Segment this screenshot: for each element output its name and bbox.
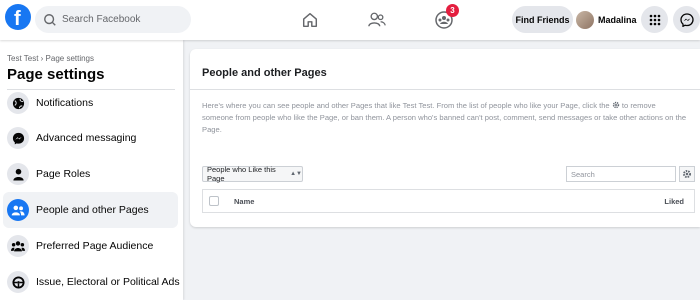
search-input[interactable]: Search Facebook xyxy=(62,14,140,25)
gear-icon xyxy=(683,170,691,178)
sidebar-item-label: People and other Pages xyxy=(36,204,149,216)
sidebar-item-label: Notifications xyxy=(36,97,94,109)
menu-grid-button[interactable] xyxy=(641,6,668,33)
person-icon xyxy=(7,163,29,185)
people-icon xyxy=(7,199,29,221)
groups-icon[interactable]: 3 xyxy=(432,4,459,32)
sidebar-item-issue-electoral-political-ads[interactable]: Issue, Electoral or Political Ads xyxy=(3,264,180,300)
audience-filter-dropdown[interactable]: People who Like this Page ▲▼ xyxy=(202,165,303,183)
svg-text:f: f xyxy=(14,8,21,30)
sidebar-item-advanced-messaging[interactable]: Advanced messaging xyxy=(3,120,178,156)
sidebar-item-label: Preferred Page Audience xyxy=(36,240,154,252)
section-description: Here's where you can see people and othe… xyxy=(202,100,688,136)
description-text: Here's where you can see people and othe… xyxy=(202,101,610,110)
gear-icon xyxy=(612,101,619,109)
friends-icon[interactable] xyxy=(365,8,389,32)
grid-icon xyxy=(649,14,660,25)
search-icon xyxy=(44,13,56,26)
filter-value: People who Like this Page xyxy=(207,165,276,183)
avatar xyxy=(576,10,594,29)
messenger-button[interactable] xyxy=(673,6,700,33)
sidebar-item-page-roles[interactable]: Page Roles xyxy=(3,156,178,192)
profile-button[interactable]: Madalina xyxy=(576,6,637,33)
section-title: People and other Pages xyxy=(202,67,327,79)
find-friends-button[interactable]: Find Friends xyxy=(512,6,573,33)
sidebar-item-label: Issue, Electoral or Political Ads xyxy=(36,276,180,288)
notification-badge: 3 xyxy=(446,4,459,17)
caret-updown-icon: ▲▼ xyxy=(290,171,302,177)
globe-icon xyxy=(7,92,29,114)
facebook-logo-icon[interactable]: f xyxy=(5,4,31,30)
sidebar-item-preferred-page-audience[interactable]: Preferred Page Audience xyxy=(3,228,178,264)
select-all-checkbox[interactable] xyxy=(209,196,219,206)
page-title: Page settings xyxy=(7,66,105,83)
settings-sidebar: Test Test › Page settings Page settings … xyxy=(0,40,183,300)
sidebar-item-notifications[interactable]: Notifications xyxy=(3,85,178,121)
people-table-header: Name Liked xyxy=(202,189,695,213)
search-bar[interactable]: Search Facebook xyxy=(35,6,191,33)
messenger-icon xyxy=(679,12,694,27)
home-icon[interactable] xyxy=(298,8,322,32)
divider xyxy=(190,89,700,90)
profile-name: Madalina xyxy=(598,14,637,25)
breadcrumb[interactable]: Test Test › Page settings xyxy=(7,54,94,63)
sidebar-item-people-and-other-pages[interactable]: People and other Pages xyxy=(3,192,178,228)
group-icon xyxy=(7,235,29,257)
messenger-icon xyxy=(7,127,29,149)
sidebar-item-label: Advanced messaging xyxy=(36,132,137,144)
column-header-liked[interactable]: Liked xyxy=(664,197,684,206)
top-navigation-bar: f Search Facebook 3 Find Friends Madalin… xyxy=(0,0,700,40)
steering-wheel-icon xyxy=(7,271,29,293)
table-settings-button[interactable] xyxy=(679,166,695,182)
column-header-name[interactable]: Name xyxy=(234,197,254,206)
people-search-input[interactable]: Search xyxy=(566,166,676,182)
sidebar-item-label: Page Roles xyxy=(36,168,91,180)
people-and-pages-card: People and other Pages Here's where you … xyxy=(190,49,700,227)
